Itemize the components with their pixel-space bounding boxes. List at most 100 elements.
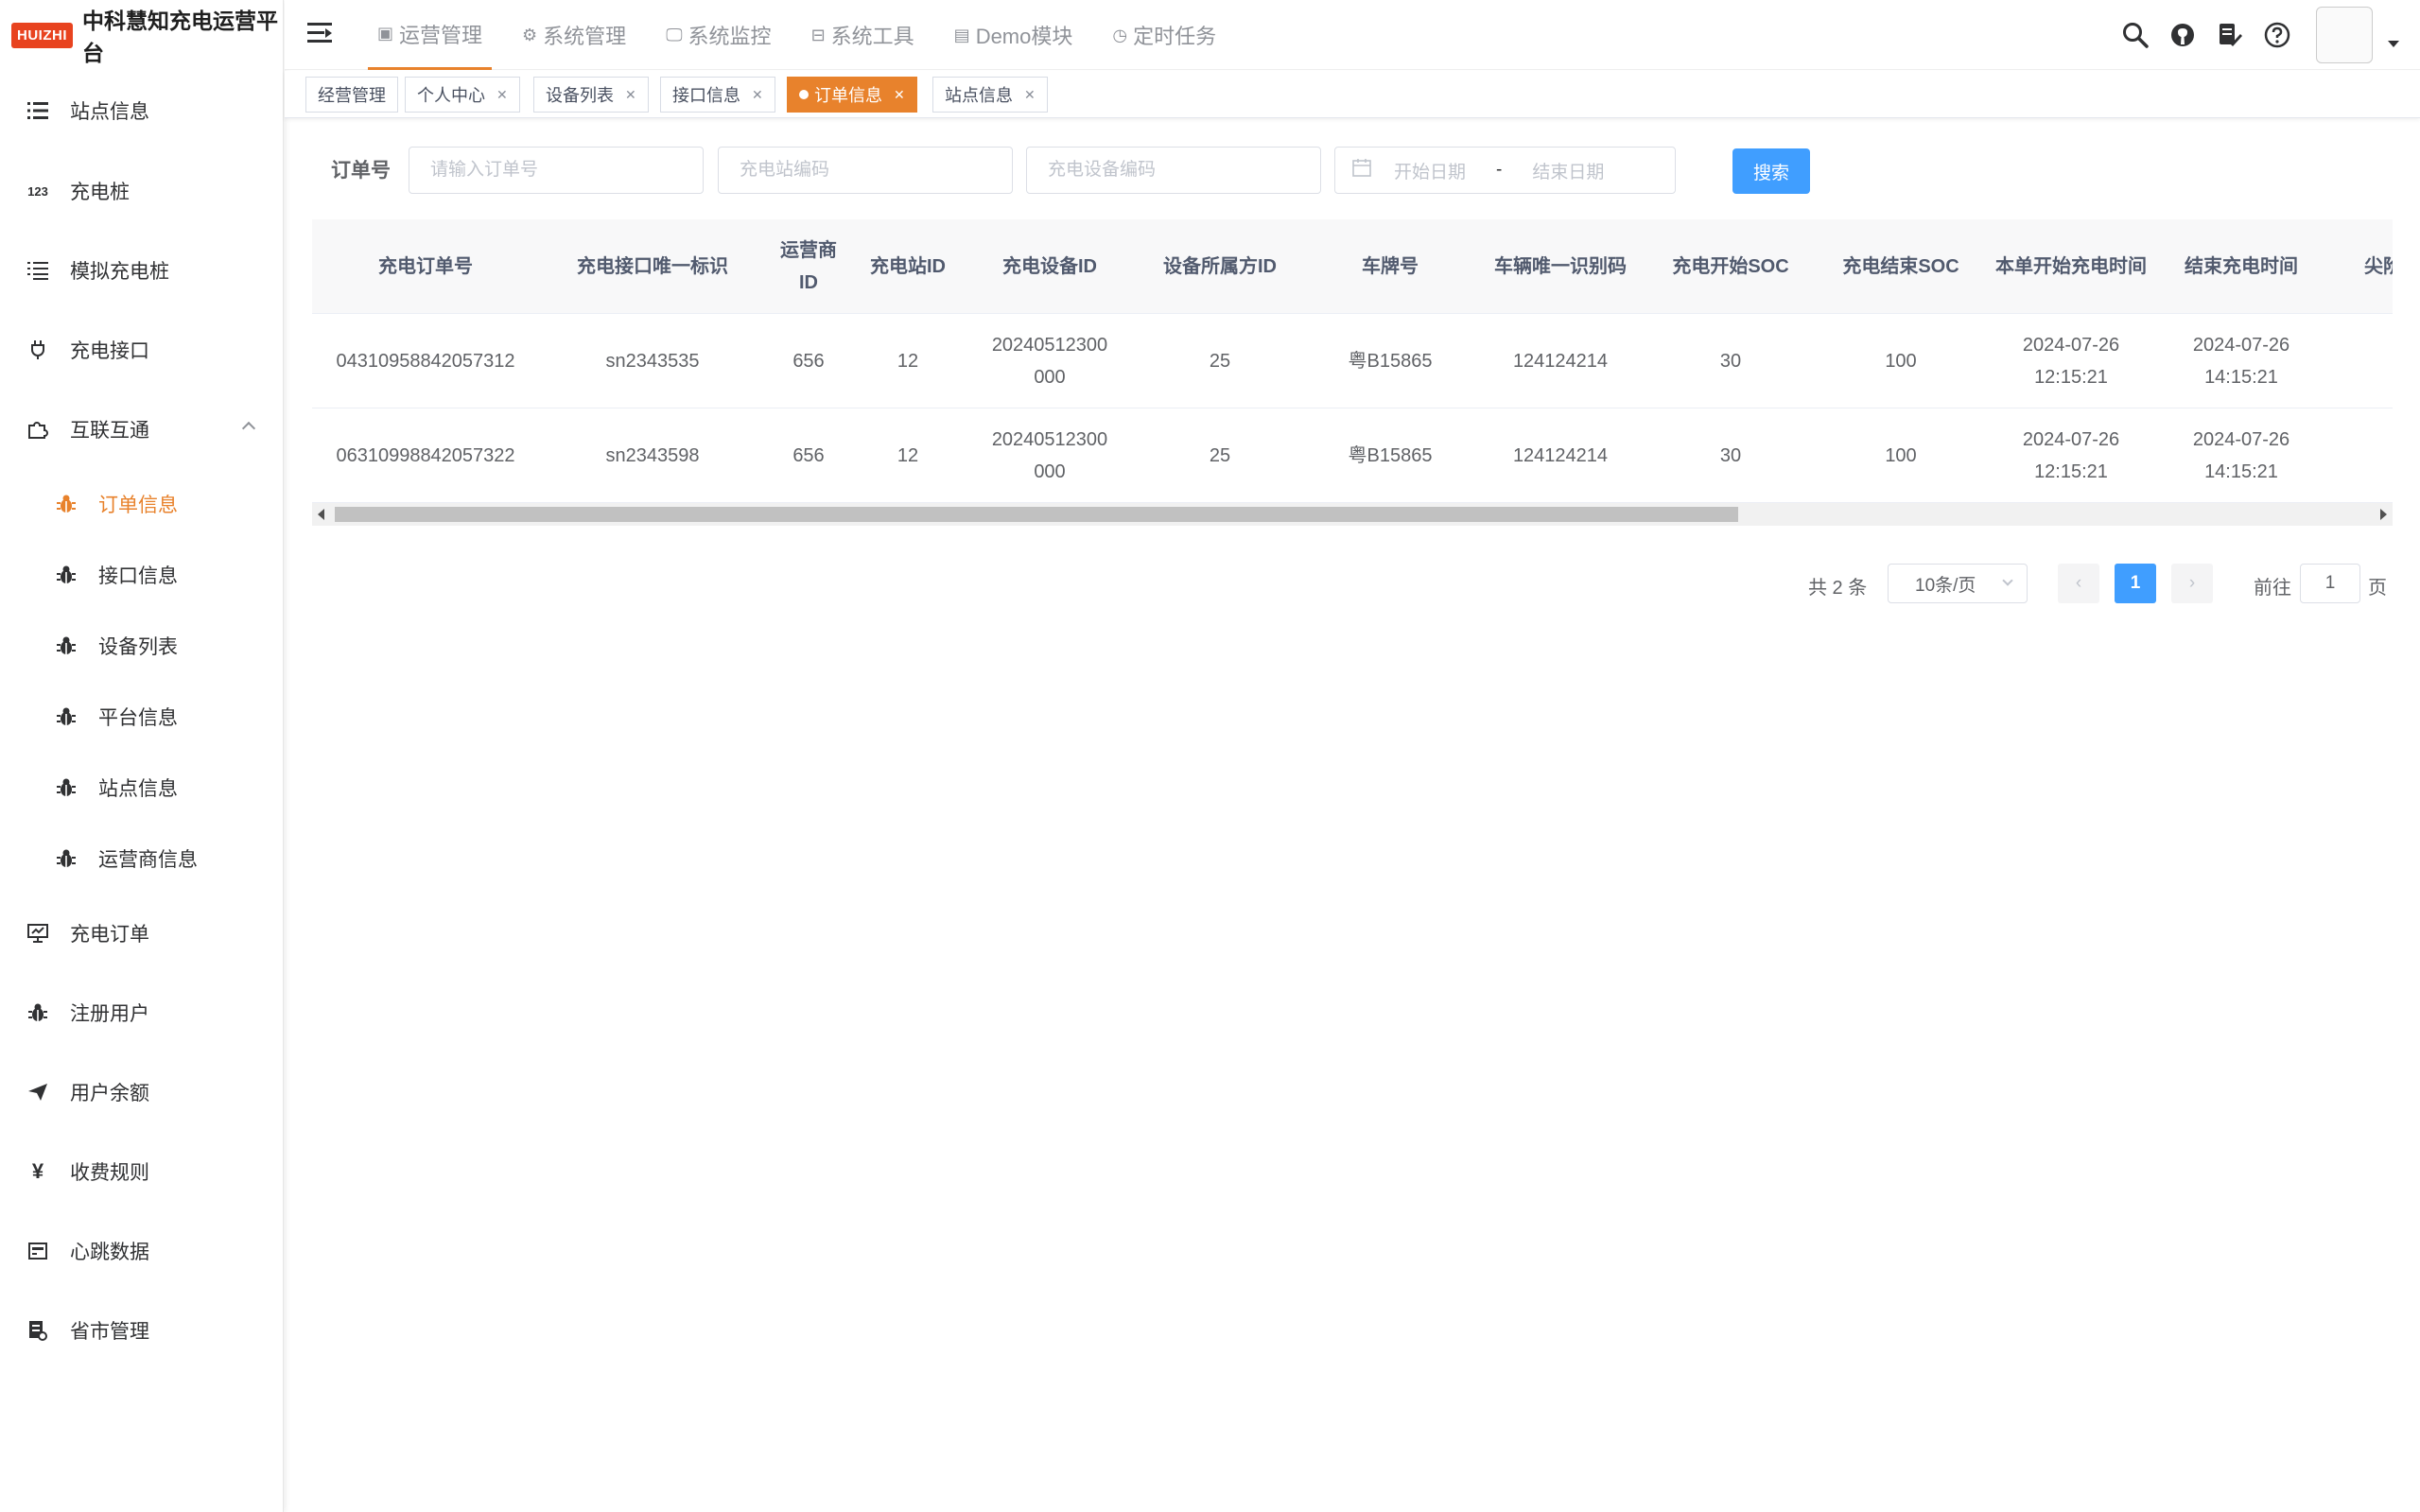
table-row[interactable]: 06310998842057322 sn2343598 656 12 20240… xyxy=(312,408,2393,503)
server-icon xyxy=(26,1240,49,1262)
tag-label: 订单信息 xyxy=(814,86,882,105)
sidebar-item-label: 模拟充电桩 xyxy=(70,261,169,283)
close-icon[interactable]: ✕ xyxy=(894,87,905,103)
avatar[interactable] xyxy=(2316,7,2373,63)
submenu-item-label: 平台信息 xyxy=(98,707,178,729)
topnav-tools[interactable]: ⊟ 系统工具 xyxy=(802,0,924,70)
column-header[interactable]: 充电结束SOC xyxy=(1816,219,1986,314)
menu-toggle-icon[interactable] xyxy=(307,23,332,43)
scroll-right-icon[interactable] xyxy=(2380,509,2387,520)
topnav-label: 系统管理 xyxy=(543,25,627,48)
search-button[interactable]: 搜索 xyxy=(1732,148,1810,194)
column-header[interactable]: 充电接口唯一标识 xyxy=(539,219,766,314)
topnav-monitor[interactable]: 🖵 系统监控 xyxy=(656,0,780,70)
start-date-placeholder[interactable]: 开始日期 xyxy=(1394,158,1466,183)
bug-icon xyxy=(55,634,78,657)
close-icon[interactable]: ✕ xyxy=(496,87,508,103)
sidebar-item-label: 站点信息 xyxy=(70,101,149,123)
caret-down-icon[interactable] xyxy=(2388,40,2399,47)
document-edit-icon[interactable] xyxy=(2214,19,2246,51)
tag-business-management[interactable]: 经营管理 xyxy=(305,77,398,113)
submenu-item-label: 运营商信息 xyxy=(98,849,198,871)
column-header[interactable]: 设备所属方ID xyxy=(1135,219,1305,314)
table-cell: 30 xyxy=(1719,351,1742,372)
sidebar-item-registered-user[interactable]: 注册用户 xyxy=(0,975,284,1051)
column-header[interactable]: 充电站ID xyxy=(851,219,965,314)
sidebar-item-fee-rules[interactable]: ¥ 收费规则 xyxy=(0,1134,284,1209)
goto-page-input[interactable] xyxy=(2300,564,2360,603)
submenu-item-label: 订单信息 xyxy=(98,495,178,516)
topnav-scheduled[interactable]: ◷ 定时任务 xyxy=(1103,0,1226,70)
tag-profile[interactable]: 个人中心 ✕ xyxy=(405,77,520,113)
clock-icon: ◷ xyxy=(1112,25,1128,44)
goto-suffix: 页 xyxy=(2368,578,2387,599)
sidebar-item-label: 收费规则 xyxy=(70,1162,149,1184)
submenu-item-platform-info[interactable]: 平台信息 xyxy=(0,679,284,755)
sidebar-item-interconnect[interactable]: 互联互通 xyxy=(0,391,284,467)
column-header[interactable]: 尖阶 xyxy=(2326,219,2393,314)
sidebar-item-province-city[interactable]: 省市管理 xyxy=(0,1293,284,1368)
sidebar-item-charging-port[interactable]: 充电接口 xyxy=(0,312,284,388)
close-icon[interactable]: ✕ xyxy=(752,87,763,103)
sidebar: HUIZHI 中科慧知充电运营平台 站点信息 123 充电桩 模拟充电桩 充电接… xyxy=(0,0,284,1512)
tag-station-info[interactable]: 站点信息 ✕ xyxy=(932,77,1048,113)
sidebar-item-label: 心跳数据 xyxy=(70,1242,149,1263)
column-header[interactable]: 车牌号 xyxy=(1305,219,1475,314)
help-icon[interactable] xyxy=(2261,19,2293,51)
tag-device-list[interactable]: 设备列表 ✕ xyxy=(533,77,649,113)
topnav-operations[interactable]: ▣ 运营管理 xyxy=(368,0,493,70)
page-number-button[interactable]: 1 xyxy=(2115,564,2156,603)
tag-port-info[interactable]: 接口信息 ✕ xyxy=(660,77,775,113)
tag-label: 站点信息 xyxy=(945,86,1013,105)
sidebar-item-heartbeat[interactable]: 心跳数据 xyxy=(0,1213,284,1289)
window-icon: ▤ xyxy=(953,25,970,44)
table-cell: 12 xyxy=(897,351,919,372)
bug-icon xyxy=(26,1001,49,1024)
column-header[interactable]: 运营商ID xyxy=(766,219,851,314)
column-header[interactable]: 本单开始充电时间 xyxy=(1986,219,2156,314)
submenu-item-order-info[interactable]: 订单信息 xyxy=(0,466,284,542)
end-date-placeholder[interactable]: 结束日期 xyxy=(1532,158,1604,183)
scroll-left-icon[interactable] xyxy=(318,509,324,520)
topnav-label: 运营管理 xyxy=(399,23,483,47)
next-page-button[interactable]: › xyxy=(2171,564,2213,603)
bug-icon xyxy=(55,493,78,515)
column-header[interactable]: 充电开始SOC xyxy=(1645,219,1816,314)
sidebar-item-sim-pile[interactable]: 模拟充电桩 xyxy=(0,233,284,308)
date-range-picker[interactable]: 开始日期 - 结束日期 xyxy=(1334,147,1676,194)
close-icon[interactable]: ✕ xyxy=(1024,87,1036,103)
tag-order-info[interactable]: 订单信息 ✕ xyxy=(787,77,917,113)
station-code-input[interactable] xyxy=(718,147,1013,194)
device-code-input[interactable] xyxy=(1026,147,1321,194)
horizontal-scrollbar[interactable] xyxy=(312,503,2393,526)
submenu-item-operator-info[interactable]: 运营商信息 xyxy=(0,821,284,896)
sidebar-item-station-info[interactable]: 站点信息 xyxy=(0,73,284,148)
order-table: 充电订单号 充电接口唯一标识 运营商ID 充电站ID 充电设备ID 设备所属方I… xyxy=(312,219,2393,527)
column-header[interactable]: 结束充电时间 xyxy=(2156,219,2326,314)
table-cell: 20240512300000 xyxy=(991,335,1108,388)
topnav-demo[interactable]: ▤ Demo模块 xyxy=(945,0,1083,70)
top-nav: ▣ 运营管理 ⚙ 系统管理 🖵 系统监控 ⊟ 系统工具 ▤ Demo模块 ◷ 定… xyxy=(368,0,1246,70)
column-header[interactable]: 充电设备ID xyxy=(965,219,1135,314)
submenu-item-device-list[interactable]: 设备列表 xyxy=(0,608,284,684)
prev-page-button[interactable]: ‹ xyxy=(2058,564,2099,603)
column-header[interactable]: 车辆唯一识别码 xyxy=(1475,219,1645,314)
close-icon[interactable]: ✕ xyxy=(625,87,636,103)
sidebar-item-user-balance[interactable]: 用户余额 xyxy=(0,1054,284,1130)
order-number-input[interactable] xyxy=(409,147,704,194)
search-icon[interactable] xyxy=(2119,19,2151,51)
github-icon[interactable] xyxy=(2167,19,2199,51)
submenu-item-port-info[interactable]: 接口信息 xyxy=(0,537,284,613)
submenu-item-station-info[interactable]: 站点信息 xyxy=(0,750,284,826)
sidebar-item-charging-pile[interactable]: 123 充电桩 xyxy=(0,153,284,229)
column-header[interactable]: 充电订单号 xyxy=(312,219,539,314)
logo[interactable]: HUIZHI 中科慧知充电运营平台 xyxy=(0,0,283,70)
table-row[interactable]: 04310958842057312 sn2343535 656 12 20240… xyxy=(312,314,2393,408)
table-cell: 20240512300000 xyxy=(991,429,1108,482)
topnav-system[interactable]: ⚙ 系统管理 xyxy=(513,0,635,70)
scroll-thumb[interactable] xyxy=(335,507,1738,522)
sidebar-item-label: 充电桩 xyxy=(70,182,130,203)
page-size-select[interactable]: 10条/页 xyxy=(1888,564,2028,603)
sidebar-item-charging-order[interactable]: 充电订单 xyxy=(0,895,284,971)
topnav-label: 系统工具 xyxy=(830,25,914,48)
